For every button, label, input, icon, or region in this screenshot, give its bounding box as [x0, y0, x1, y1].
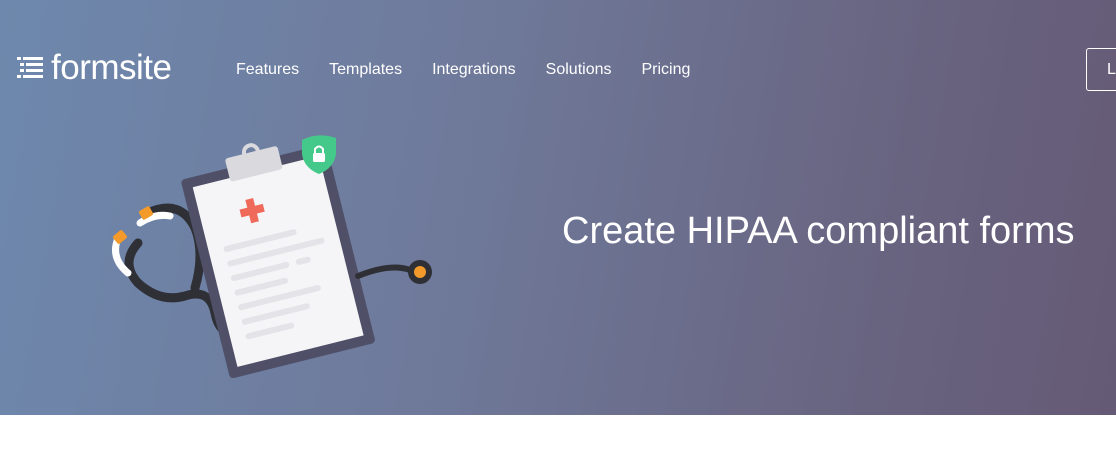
nav-item-integrations[interactable]: Integrations	[432, 58, 516, 82]
brand-name: formsite	[51, 48, 172, 87]
nav-item-features[interactable]: Features	[236, 58, 299, 82]
hero-headline: Create HIPAA compliant forms	[562, 210, 1075, 252]
nav-item-solutions[interactable]: Solutions	[546, 58, 612, 82]
formsite-logo[interactable]: formsite	[17, 48, 172, 88]
clipboard-stethoscope-shield-icon	[112, 135, 432, 378]
list-lines-icon	[17, 57, 43, 78]
main-nav: Features Templates Integrations Solution…	[236, 58, 720, 82]
login-button[interactable]: Log In	[1086, 48, 1116, 91]
nav-item-templates[interactable]: Templates	[329, 58, 402, 82]
nav-item-pricing[interactable]: Pricing	[642, 58, 691, 82]
page-body	[0, 415, 1116, 452]
hero-banner: formsite Features Templates Integrations…	[0, 0, 1116, 415]
